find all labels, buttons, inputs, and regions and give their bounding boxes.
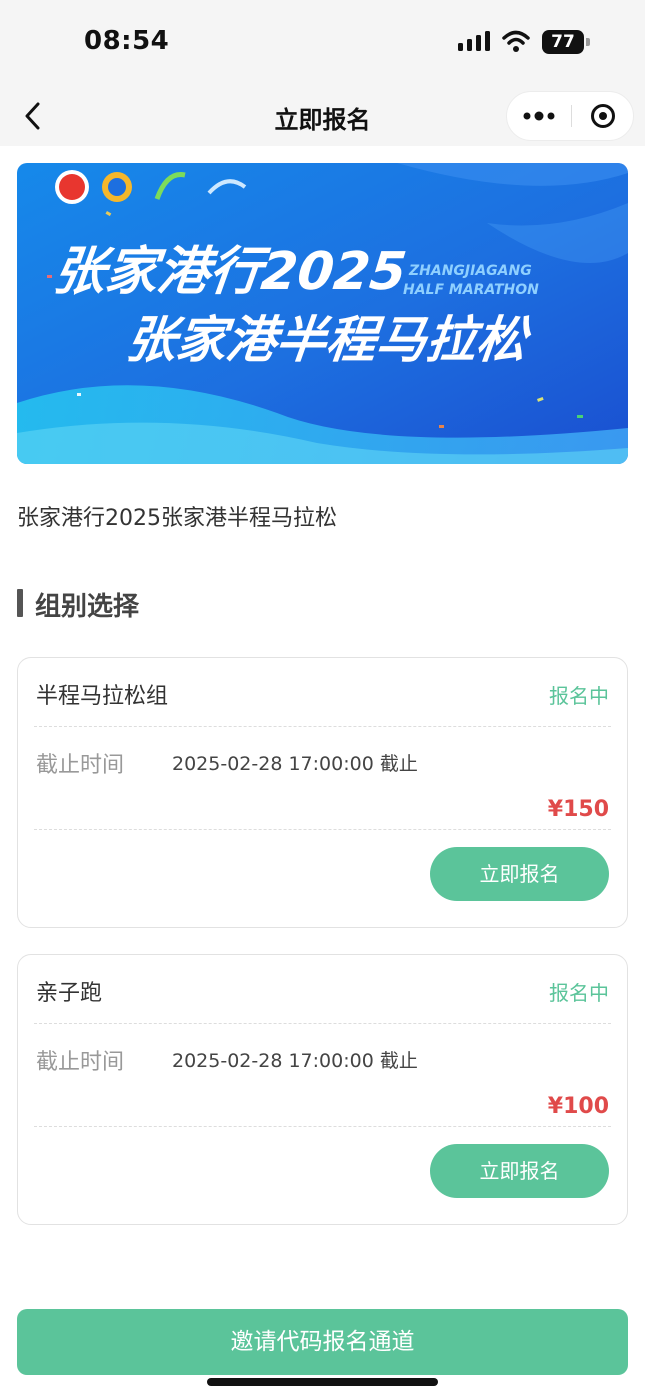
signup-button[interactable]: 立即报名 [430,1144,609,1198]
status-time: 08:54 [84,26,170,56]
group-name: 亲子跑 [36,981,103,1006]
nav-bar: 立即报名 [0,88,645,146]
more-icon [523,111,555,121]
banner-english-line2: HALF MARATHON [403,282,539,298]
wifi-icon [502,30,530,52]
status-bar: 08:54 77 [0,0,645,88]
more-button[interactable] [507,92,570,140]
deadline-label: 截止时间 [36,753,125,778]
deadline-value: 2025-02-28 17:00:00 截止 [172,753,418,775]
card-divider [34,829,611,830]
event-title: 张家港行2025张家港半程马拉松 [17,506,337,531]
section-accent-bar [17,589,23,617]
banner-title-line1: 张家港行2025 [50,242,409,302]
battery-level: 77 [542,30,584,54]
banner-artwork: 张家港行2025 张家港半程马拉松 ZHANGJIAGANG HALF MARA… [17,163,628,464]
group-price: ¥100 [547,1094,609,1119]
close-target-icon [591,104,615,128]
card-divider [34,726,611,727]
group-name: 半程马拉松组 [36,684,169,709]
group-card-family-run: 亲子跑 报名中 截止时间 2025-02-28 17:00:00 截止 ¥100… [17,954,628,1225]
banner-english-line1: ZHANGJIAGANG [408,263,532,279]
group-status: 报名中 [549,684,609,708]
event-banner: 张家港行2025 张家港半程马拉松 ZHANGJIAGANG HALF MARA… [17,163,628,464]
group-status: 报名中 [549,981,609,1005]
deadline-label: 截止时间 [36,1050,125,1075]
deadline-value: 2025-02-28 17:00:00 截止 [172,1050,418,1072]
banner-title-line2: 张家港半程马拉松 [123,310,534,369]
card-divider [34,1126,611,1127]
close-button[interactable] [572,92,635,140]
section-title: 组别选择 [35,592,140,622]
signal-icon [458,31,490,51]
group-card-half-marathon: 半程马拉松组 报名中 截止时间 2025-02-28 17:00:00 截止 ¥… [17,657,628,928]
home-indicator [207,1378,438,1386]
signup-button[interactable]: 立即报名 [430,847,609,901]
invite-code-signup-button[interactable]: 邀请代码报名通道 [17,1309,628,1375]
mini-program-capsule [506,91,634,141]
battery-icon: 77 [542,30,590,54]
card-divider [34,1023,611,1024]
group-price: ¥150 [547,797,609,822]
